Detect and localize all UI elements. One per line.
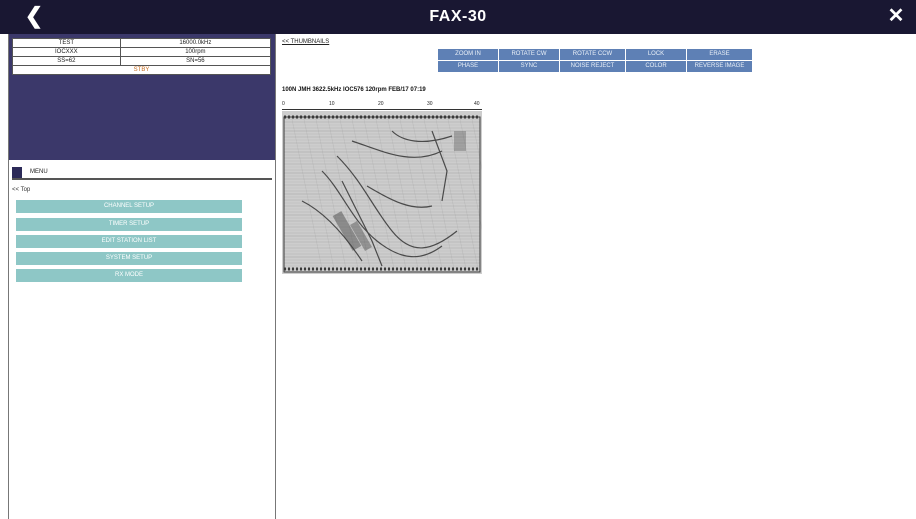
- status-panel: TEST 16000.0kHz IOCXXX 100rpm SS=62 SN=5…: [9, 34, 275, 160]
- thumbnails-link[interactable]: << THUMBNAILS: [282, 39, 329, 45]
- station-name: TEST: [12, 38, 121, 48]
- close-icon: ✕: [887, 5, 905, 27]
- menu-header-label: MENU: [30, 169, 48, 175]
- edit-station-list-button[interactable]: EDIT STATION LIST: [16, 235, 242, 248]
- status-row: STBY: [12, 65, 271, 75]
- ruler-tick: 40: [474, 101, 480, 107]
- signal-strength: SS=62: [12, 56, 121, 66]
- status-table: TEST 16000.0kHz IOCXXX 100rpm SS=62 SN=5…: [12, 38, 272, 75]
- zoom-in-button[interactable]: ZOOM IN: [438, 49, 498, 60]
- noise-reject-button[interactable]: NOISE REJECT: [560, 61, 625, 72]
- rpm-value: 100rpm: [119, 47, 272, 57]
- title-bar: ❮ FAX-30 ✕: [0, 0, 916, 34]
- rx-mode-button[interactable]: RX MODE: [16, 269, 242, 282]
- signal-noise: SN=56: [119, 56, 272, 66]
- fax-image[interactable]: [282, 111, 482, 274]
- status-row: SS=62 SN=56: [12, 56, 272, 66]
- ruler-tick: 10: [329, 101, 335, 107]
- system-setup-button[interactable]: SYSTEM SETUP: [16, 252, 242, 265]
- menu-square-icon: [12, 167, 22, 178]
- weather-fax-chart-image: [282, 111, 482, 274]
- ruler-line: [282, 109, 482, 110]
- timer-setup-button[interactable]: TIMER SETUP: [16, 218, 242, 231]
- phase-button[interactable]: PHASE: [438, 61, 498, 72]
- lock-button[interactable]: LOCK: [626, 49, 686, 60]
- fax-image-title: 100N JMH 3622.5kHz IOC576 120rpm FEB/17 …: [282, 87, 426, 93]
- status-row: IOCXXX 100rpm: [12, 47, 272, 57]
- state-indicator: STBY: [12, 65, 271, 75]
- rotate-ccw-button[interactable]: ROTATE CCW: [560, 49, 625, 60]
- erase-button[interactable]: ERASE: [687, 49, 752, 60]
- ruler-tick: 0: [282, 101, 285, 107]
- ruler-tick: 30: [427, 101, 433, 107]
- color-button[interactable]: COLOR: [626, 61, 686, 72]
- window-title: FAX-30: [429, 8, 487, 25]
- ruler-tick: 20: [378, 101, 384, 107]
- channel-setup-button[interactable]: CHANNEL SETUP: [16, 200, 242, 213]
- ioc-value: IOCXXX: [12, 47, 121, 57]
- frequency-value: 16000.0kHz: [119, 38, 272, 48]
- top-link[interactable]: << Top: [12, 187, 30, 193]
- left-pane: TEST 16000.0kHz IOCXXX 100rpm SS=62 SN=5…: [8, 34, 276, 519]
- menu-header: MENU: [12, 166, 272, 180]
- reverse-image-button[interactable]: REVERSE IMAGE: [687, 61, 752, 72]
- sync-button[interactable]: SYNC: [499, 61, 559, 72]
- status-row: TEST 16000.0kHz: [12, 38, 272, 48]
- close-button[interactable]: ✕: [884, 5, 908, 29]
- rotate-cw-button[interactable]: ROTATE CW: [499, 49, 559, 60]
- image-toolbar: ZOOM IN ROTATE CW ROTATE CCW LOCK ERASE …: [438, 49, 768, 72]
